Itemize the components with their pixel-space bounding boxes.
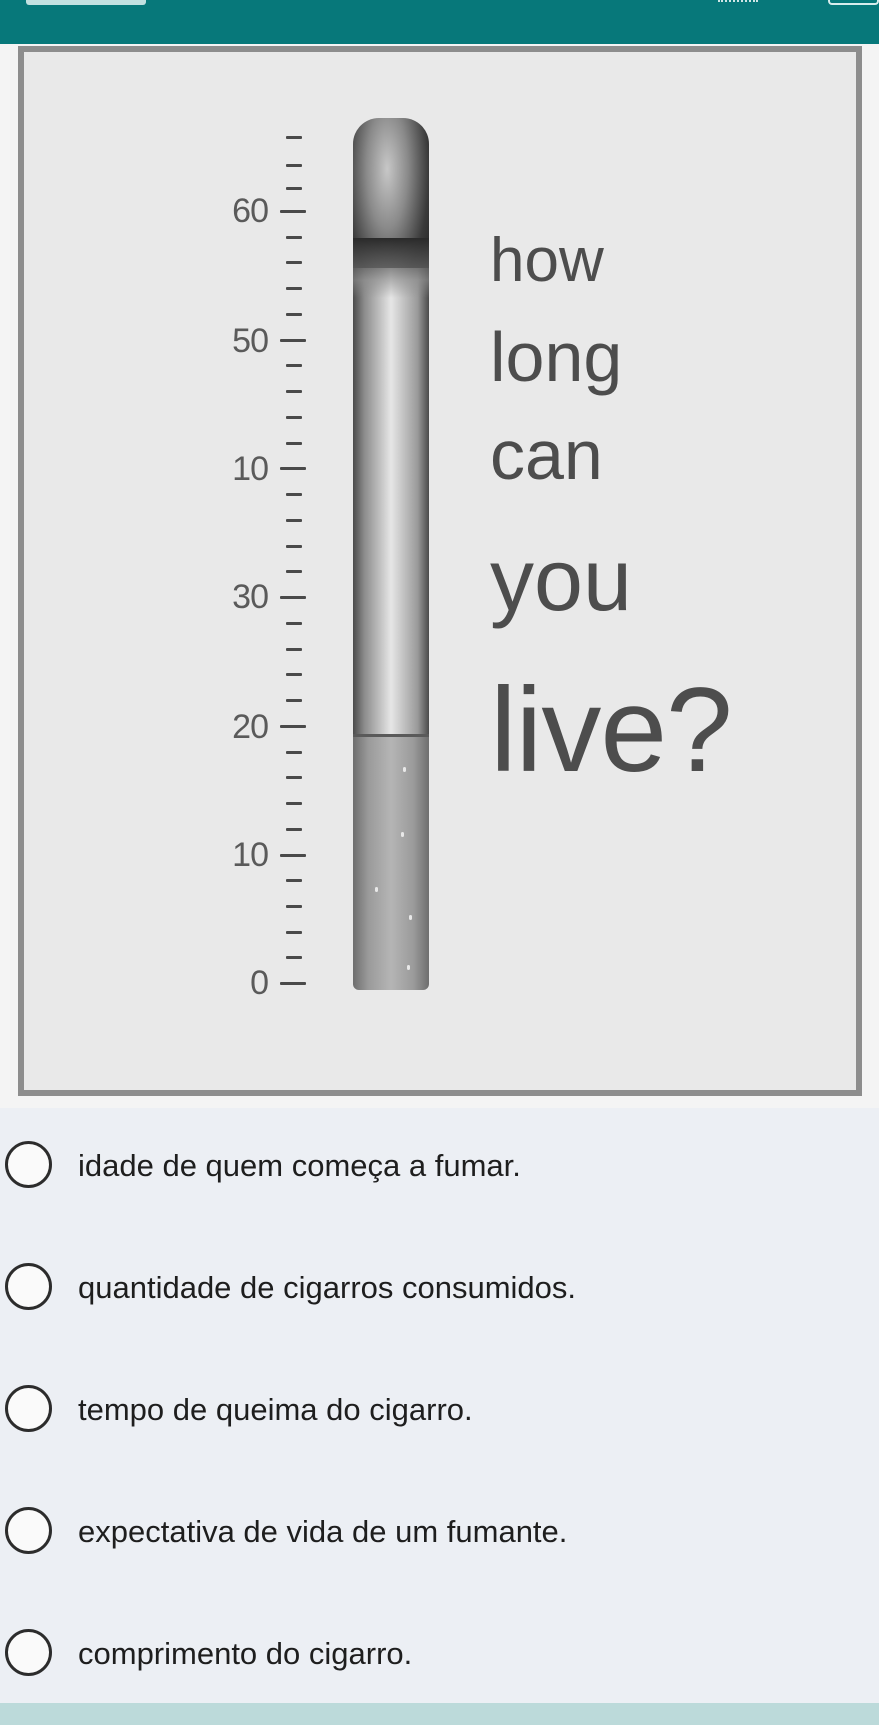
question-figure: 60 50 10 30 20 10 0 how long can you liv… [18, 46, 862, 1096]
answer-option[interactable]: quantidade de cigarros consumidos. [0, 1230, 879, 1352]
minor-tick [286, 673, 302, 676]
minor-tick [286, 699, 302, 702]
option-label: expectativa de vida de um fumante. [78, 1514, 568, 1549]
minor-tick [286, 287, 302, 290]
minor-tick [286, 931, 302, 934]
battery-icon [828, 0, 879, 5]
headline-word: long [490, 318, 623, 396]
major-tick [280, 339, 306, 342]
answer-option[interactable]: tempo de queima do cigarro. [0, 1352, 879, 1474]
option-label: comprimento do cigarro. [78, 1636, 413, 1671]
minor-tick [286, 570, 302, 573]
signal-icon [718, 0, 758, 3]
radio-button[interactable] [5, 1629, 52, 1676]
scale-label: 10 [232, 836, 269, 874]
minor-tick [286, 956, 302, 959]
scale-label: 30 [232, 578, 269, 616]
headline-word: live? [490, 663, 733, 797]
status-indicator [26, 0, 146, 5]
minor-tick [286, 493, 302, 496]
option-label: tempo de queima do cigarro. [78, 1392, 473, 1427]
top-app-bar [0, 0, 879, 44]
minor-tick [286, 519, 302, 522]
major-tick [280, 596, 306, 599]
answer-option[interactable]: idade de quem começa a fumar. [0, 1108, 879, 1230]
minor-tick [286, 164, 302, 167]
answer-option[interactable]: comprimento do cigarro. [0, 1596, 879, 1718]
minor-tick [286, 648, 302, 651]
minor-tick [286, 136, 302, 139]
minor-tick [286, 828, 302, 831]
bottom-edge [0, 1703, 879, 1725]
minor-tick [286, 879, 302, 882]
scale-label: 60 [232, 192, 269, 230]
major-tick [280, 725, 306, 728]
headline-word: you [490, 530, 632, 629]
option-label: idade de quem começa a fumar. [78, 1148, 521, 1183]
minor-tick [286, 390, 302, 393]
major-tick [280, 210, 306, 213]
minor-tick [286, 187, 302, 190]
radio-button[interactable] [5, 1263, 52, 1310]
headline-word: can [490, 416, 603, 494]
scale-label: 50 [232, 322, 269, 360]
minor-tick [286, 751, 302, 754]
option-label: quantidade de cigarros consumidos. [78, 1270, 577, 1305]
major-tick [280, 467, 306, 470]
cigarette-filter [353, 734, 429, 990]
minor-tick [286, 261, 302, 264]
minor-tick [286, 236, 302, 239]
minor-tick [286, 622, 302, 625]
headline-word: how [490, 226, 604, 295]
scale-label: 0 [250, 964, 269, 1002]
major-tick [280, 854, 306, 857]
minor-tick [286, 442, 302, 445]
radio-button[interactable] [5, 1507, 52, 1554]
scale-label: 20 [232, 708, 269, 746]
minor-tick [286, 364, 302, 367]
radio-button[interactable] [5, 1385, 52, 1432]
answer-option[interactable]: expectativa de vida de um fumante. [0, 1474, 879, 1596]
minor-tick [286, 802, 302, 805]
cigarette-image [353, 118, 429, 990]
radio-button[interactable] [5, 1141, 52, 1188]
scale-label: 10 [232, 450, 269, 488]
minor-tick [286, 545, 302, 548]
major-tick [280, 982, 306, 985]
minor-tick [286, 313, 302, 316]
minor-tick [286, 905, 302, 908]
minor-tick [286, 776, 302, 779]
minor-tick [286, 416, 302, 419]
